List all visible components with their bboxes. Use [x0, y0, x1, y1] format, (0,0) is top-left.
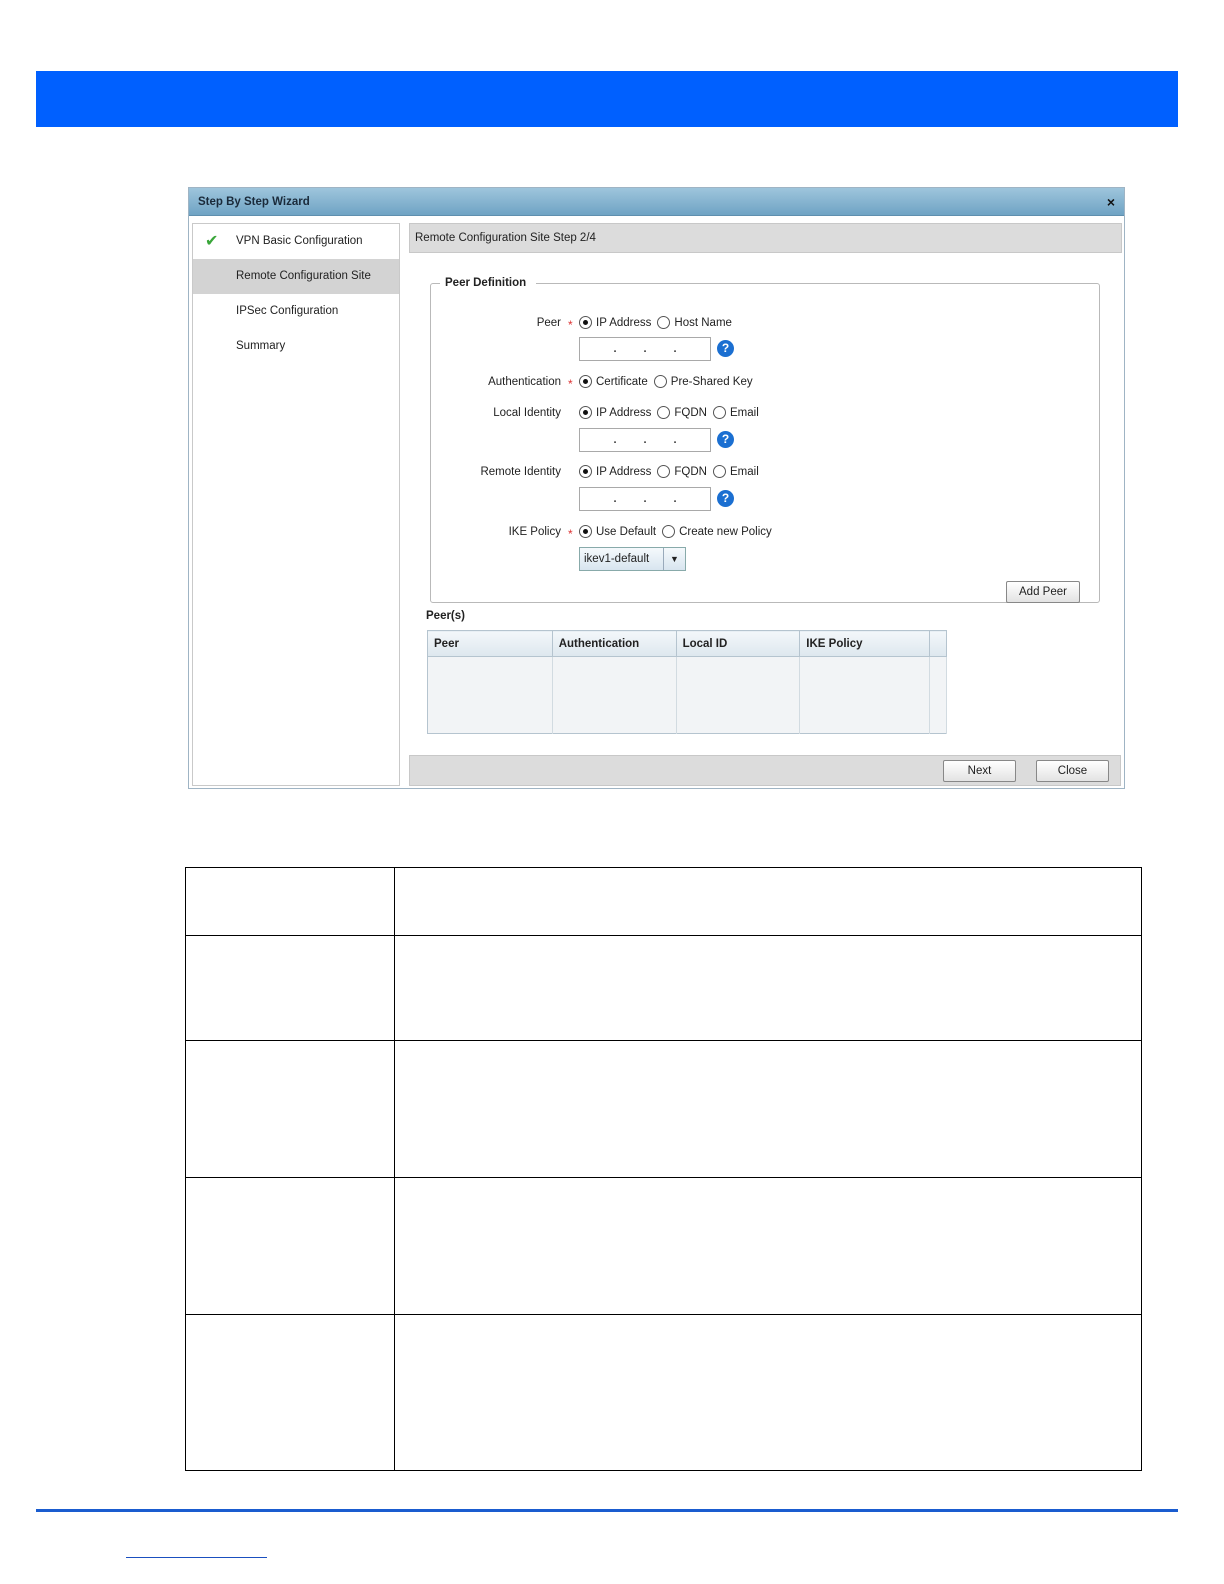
table-row [185, 867, 1142, 936]
local-ip-address-radio[interactable]: IP Address [579, 406, 651, 419]
remote-ip-address-radio[interactable]: IP Address [579, 465, 651, 478]
radio-icon [657, 316, 671, 329]
table-row [185, 935, 1142, 1041]
ike-policy-radios: Use Default Create new Policy [579, 525, 778, 538]
column-header-peer[interactable]: Peer [427, 630, 553, 657]
step-label: IPSec Configuration [236, 305, 339, 317]
wizard-title-bar: Step By Step Wizard × [189, 188, 1124, 216]
required-marker: * [568, 527, 573, 541]
ike-use-default-radio[interactable]: Use Default [579, 525, 656, 538]
radio-icon [713, 406, 726, 419]
step-by-step-wizard-dialog: Step By Step Wizard × ✔ VPN Basic Config… [188, 187, 1125, 789]
step-ipsec-configuration[interactable]: IPSec Configuration [193, 294, 399, 329]
radio-icon [657, 406, 671, 419]
peers-table: Peer Authentication Local ID IKE Policy [427, 630, 947, 734]
step-header: Remote Configuration Site Step 2/4 [409, 223, 1122, 253]
table-row [185, 1040, 1142, 1178]
close-icon[interactable]: × [1107, 195, 1115, 209]
help-icon[interactable]: ? [717, 431, 734, 448]
footer-link-underline [126, 1557, 267, 1558]
local-fqdn-radio[interactable]: FQDN [657, 406, 707, 419]
add-peer-button[interactable]: Add Peer [1006, 581, 1080, 603]
required-marker: * [568, 318, 573, 332]
checkmark-icon: ✔ [205, 233, 219, 250]
top-banner [36, 71, 1178, 127]
radio-icon [579, 525, 592, 538]
step-summary[interactable]: Summary [193, 329, 399, 364]
remote-email-radio[interactable]: Email [713, 465, 759, 478]
wizard-steps-panel: ✔ VPN Basic Configuration Remote Configu… [192, 223, 400, 786]
peer-ip-address-radio[interactable]: IP Address [579, 316, 651, 329]
wizard-content: Remote Configuration Site Step 2/4 Peer … [409, 223, 1122, 786]
ike-create-new-policy-radio[interactable]: Create new Policy [662, 525, 772, 538]
radio-icon [579, 316, 592, 329]
column-header-local-id[interactable]: Local ID [676, 630, 801, 657]
remote-identity-ip-input[interactable]: . . . [579, 487, 711, 511]
local-identity-radios: IP Address FQDN Email [579, 406, 765, 419]
column-header-authentication[interactable]: Authentication [552, 630, 677, 657]
footer-divider [36, 1509, 1178, 1512]
ike-policy-dropdown[interactable]: ikev1-default ▼ [579, 547, 686, 571]
help-icon[interactable]: ? [717, 340, 734, 357]
radio-icon [579, 375, 592, 388]
column-header-ike-policy[interactable]: IKE Policy [799, 630, 931, 657]
peers-title: Peer(s) [426, 610, 465, 622]
ike-policy-label: IKE Policy [508, 526, 561, 538]
table-row [185, 1314, 1142, 1471]
next-button[interactable]: Next [943, 760, 1016, 782]
step-label: VPN Basic Configuration [236, 235, 363, 247]
step-label: Remote Configuration Site [236, 270, 371, 282]
radio-icon [579, 406, 592, 419]
table-row [427, 656, 947, 695]
table-row [185, 1177, 1142, 1315]
local-identity-ip-input[interactable]: . . . [579, 428, 711, 452]
ike-policy-dropdown-value: ikev1-default [584, 553, 650, 565]
radio-icon [579, 465, 592, 478]
authentication-label: Authentication [488, 376, 561, 388]
help-icon[interactable]: ? [717, 490, 734, 507]
required-marker: * [568, 377, 573, 391]
radio-icon [653, 375, 667, 388]
step-label: Summary [236, 340, 286, 352]
auth-pre-shared-key-radio[interactable]: Pre-Shared Key [653, 375, 753, 388]
auth-certificate-radio[interactable]: Certificate [579, 375, 648, 388]
peers-table-header: Peer Authentication Local ID IKE Policy [427, 630, 947, 657]
peer-label: Peer [536, 317, 561, 329]
radio-icon [713, 465, 726, 478]
column-header-spacer [929, 630, 947, 657]
peer-host-name-radio[interactable]: Host Name [657, 316, 732, 329]
step-vpn-basic-configuration[interactable]: ✔ VPN Basic Configuration [193, 224, 399, 259]
close-button[interactable]: Close [1036, 760, 1109, 782]
wizard-button-bar: Next Close [409, 755, 1121, 786]
remote-identity-label: Remote Identity [480, 466, 561, 478]
remote-fqdn-radio[interactable]: FQDN [657, 465, 707, 478]
wizard-title: Step By Step Wizard [198, 195, 310, 208]
radio-icon [662, 525, 676, 538]
authentication-radios: Certificate Pre-Shared Key [579, 375, 759, 388]
radio-icon [657, 465, 671, 478]
peer-definition-group: Peer Definition Peer * IP Address Host N… [430, 277, 1100, 603]
peer-type-radios: IP Address Host Name [579, 316, 738, 329]
local-identity-label: Local Identity [493, 407, 561, 419]
parameter-table [185, 867, 1142, 1471]
remote-identity-radios: IP Address FQDN Email [579, 465, 765, 478]
peer-ip-input[interactable]: . . . [579, 337, 711, 361]
chevron-down-icon: ▼ [663, 548, 685, 570]
table-row [427, 695, 947, 734]
local-email-radio[interactable]: Email [713, 406, 759, 419]
peer-definition-legend: Peer Definition [445, 277, 527, 289]
step-remote-configuration-site[interactable]: Remote Configuration Site [193, 259, 399, 294]
